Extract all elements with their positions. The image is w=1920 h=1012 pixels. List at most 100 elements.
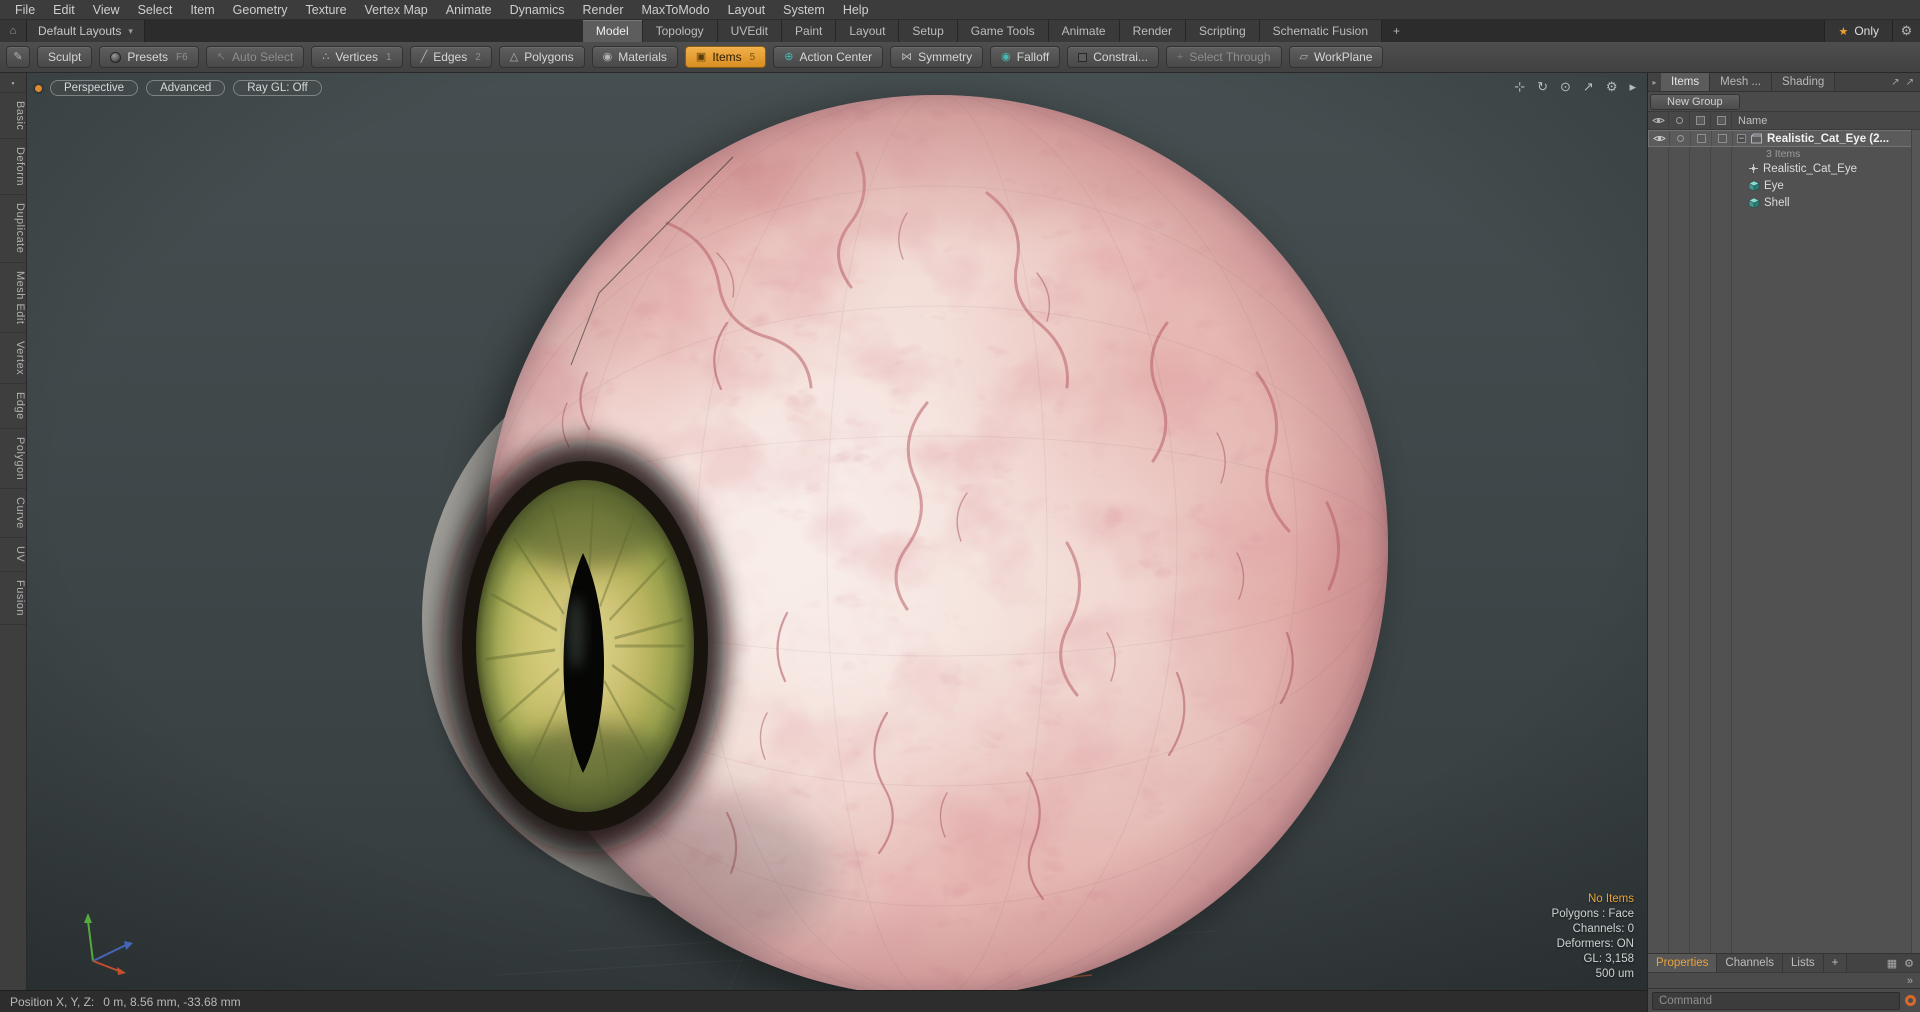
group-render-toggle[interactable] (1670, 131, 1691, 146)
panel-popout-icon[interactable]: ↗ (1906, 77, 1914, 88)
tab-model[interactable]: Model (582, 20, 643, 42)
tab-render[interactable]: Render (1119, 20, 1186, 42)
menu-maxtomodo[interactable]: MaxToModo (633, 3, 719, 17)
panel-gear-icon[interactable]: ⚙ (1904, 957, 1914, 970)
vertices-mode-button[interactable]: ∴ Vertices 1 (311, 46, 403, 68)
presets-button[interactable]: Presets F6 (99, 46, 199, 68)
falloff-button[interactable]: ◉ Falloff (990, 46, 1061, 68)
eye-icon (1652, 136, 1666, 141)
tab-lists[interactable]: Lists (1783, 954, 1824, 972)
shading-mode-dropdown[interactable]: Advanced (146, 80, 226, 96)
items-mode-button[interactable]: ▣ Items 5 (684, 46, 767, 68)
lock-column-icon[interactable] (1690, 112, 1711, 129)
symmetry-button[interactable]: ⋈ Symmetry (890, 46, 984, 68)
menu-item[interactable]: Item (181, 3, 223, 17)
sidebar-tab-mesh-edit[interactable]: Mesh Edit (0, 263, 26, 334)
menu-help[interactable]: Help (834, 3, 878, 17)
filter-column-icon[interactable] (1711, 112, 1732, 129)
menu-render[interactable]: Render (574, 3, 633, 17)
tree-row-group[interactable]: − Realistic_Cat_Eye (2... (1648, 130, 1920, 147)
more-button[interactable]: » (1903, 975, 1917, 987)
viewport-3d[interactable]: Perspective Advanced Ray GL: Off ⊹ ↻ ⊙ ↗… (27, 73, 1647, 990)
menu-layout[interactable]: Layout (719, 3, 775, 17)
tab-topology[interactable]: Topology (642, 20, 718, 42)
command-input[interactable] (1652, 991, 1900, 1010)
panel-arrow-icon[interactable]: ▸ (1648, 73, 1661, 91)
tab-game-tools[interactable]: Game Tools (957, 20, 1049, 42)
zoom-icon[interactable]: ⊙ (1560, 79, 1571, 95)
rotate-icon[interactable]: ↻ (1537, 79, 1548, 95)
sidebar-tab-basic[interactable]: Basic (0, 93, 26, 140)
sidebar-tab-vertex[interactable]: Vertex (0, 333, 26, 385)
pencil-tool-button[interactable]: ✎ (6, 46, 30, 68)
constraint-button[interactable]: Constrai... (1067, 46, 1159, 68)
group-lock-checkbox[interactable] (1691, 131, 1712, 146)
tab-layout[interactable]: Layout (836, 20, 900, 42)
ray-gl-dropdown[interactable]: Ray GL: Off (233, 80, 322, 96)
sidebar-tab-deform[interactable]: Deform (0, 139, 26, 196)
tab-schematic-fusion[interactable]: Schematic Fusion (1259, 20, 1383, 42)
menu-dynamics[interactable]: Dynamics (501, 3, 574, 17)
only-toggle[interactable]: ★ Only (1824, 20, 1892, 42)
viewport-canvas[interactable] (27, 73, 1647, 990)
tab-items[interactable]: Items (1661, 73, 1711, 91)
menu-geometry[interactable]: Geometry (224, 3, 297, 17)
tab-setup[interactable]: Setup (899, 20, 958, 42)
tree-row-shell-mesh[interactable]: Shell (1648, 194, 1920, 211)
sidebar-tab-edge[interactable]: Edge (0, 384, 26, 430)
viewport-menu-dot-icon[interactable] (35, 84, 42, 92)
materials-mode-button[interactable]: ◉ Materials (591, 46, 678, 68)
panel-expand-icon[interactable]: ↗ (1891, 77, 1899, 88)
sculpt-button[interactable]: Sculpt (37, 46, 93, 68)
select-through-button[interactable]: + Select Through (1165, 46, 1282, 68)
menu-select[interactable]: Select (129, 3, 182, 17)
edges-mode-button[interactable]: ╱ Edges 2 (409, 46, 492, 68)
viewport-arrow-icon[interactable]: ▸ (1629, 79, 1636, 95)
collapse-toggle-icon[interactable]: − (1737, 134, 1746, 143)
perspective-dropdown[interactable]: Perspective (50, 80, 139, 96)
tree-row-locator[interactable]: Realistic_Cat_Eye (1648, 160, 1920, 177)
command-history-icon[interactable] (1905, 995, 1916, 1006)
tree-row-eye-mesh[interactable]: Eye (1648, 177, 1920, 194)
pan-icon[interactable]: ⊹ (1514, 79, 1525, 95)
tab-scripting[interactable]: Scripting (1185, 20, 1260, 42)
menu-texture[interactable]: Texture (297, 3, 356, 17)
gear-icon[interactable]: ⚙ (1892, 20, 1920, 42)
menu-system[interactable]: System (774, 3, 834, 17)
polygons-mode-button[interactable]: △ Polygons (498, 46, 585, 68)
menu-file[interactable]: File (6, 3, 44, 17)
workplane-button[interactable]: ▱ WorkPlane (1288, 46, 1384, 68)
visibility-column-eye-icon[interactable] (1648, 112, 1669, 129)
tab-animate[interactable]: Animate (1048, 20, 1120, 42)
home-icon[interactable]: ⌂ (0, 20, 27, 42)
menu-animate[interactable]: Animate (437, 3, 501, 17)
tab-mesh-ops[interactable]: Mesh ... (1710, 73, 1773, 91)
new-group-button[interactable]: New Group (1650, 93, 1740, 110)
sidebar-tab-fusion[interactable]: Fusion (0, 572, 26, 625)
name-column-header[interactable]: Name (1732, 115, 1767, 127)
auto-select-button[interactable]: ↖ Auto Select (205, 46, 305, 68)
sidebar-tab-curve[interactable]: Curve (0, 489, 26, 539)
menu-edit[interactable]: Edit (44, 3, 84, 17)
maximize-icon[interactable]: ↗ (1583, 79, 1594, 95)
viewport-settings-icon[interactable]: ⚙ (1606, 79, 1618, 95)
group-visibility-eye-icon[interactable] (1649, 131, 1670, 146)
tab-properties[interactable]: Properties (1648, 954, 1718, 972)
action-center-button[interactable]: ⊕ Action Center (773, 46, 884, 68)
tab-paint[interactable]: Paint (782, 20, 837, 42)
sidebar-tab-duplicate[interactable]: Duplicate (0, 195, 26, 263)
add-tab-button[interactable]: + (1382, 20, 1411, 42)
menu-vertex-map[interactable]: Vertex Map (356, 3, 437, 17)
tree-scrollbar[interactable] (1911, 130, 1920, 953)
tab-shading[interactable]: Shading (1772, 73, 1836, 91)
group-filter-checkbox[interactable] (1712, 131, 1733, 146)
tab-add[interactable]: + (1823, 954, 1848, 972)
sidebar-tab-polygon[interactable]: Polygon (0, 429, 26, 490)
grid-view-icon[interactable]: ▦ (1887, 957, 1897, 970)
menu-view[interactable]: View (84, 3, 129, 17)
tab-uvedit[interactable]: UVEdit (717, 20, 783, 42)
tab-channels[interactable]: Channels (1717, 954, 1784, 972)
default-layouts-dropdown[interactable]: Default Layouts ▾ (27, 20, 145, 42)
sidebar-tab-uv[interactable]: UV (0, 538, 26, 572)
render-column-icon[interactable] (1669, 112, 1690, 129)
